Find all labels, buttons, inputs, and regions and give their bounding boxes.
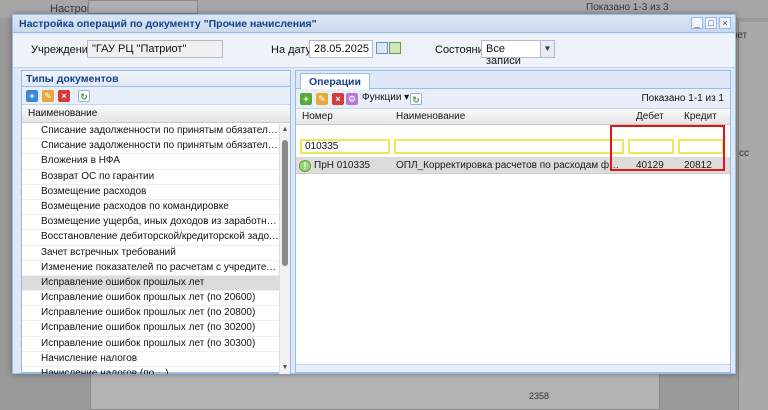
calendar-icon[interactable] — [376, 42, 388, 54]
document-types-panel: Типы документов + ✎ × ↻ Наименование Спи… — [21, 70, 291, 374]
document-types-scrollbar[interactable]: ▲ ▼ — [279, 124, 290, 374]
state-select-value: Все записи — [486, 43, 521, 67]
filter-debit-input[interactable] — [628, 139, 674, 154]
operations-toolbar: + ✎ × ⚙ Функции ▾ ↻ Показано 1-1 из 1 — [296, 89, 730, 109]
date-field[interactable]: 28.05.2025 — [309, 40, 373, 58]
maximize-button[interactable]: □ — [705, 17, 717, 29]
info-icon: ! — [299, 160, 311, 172]
filter-number-input[interactable]: 010335 — [300, 139, 390, 154]
refresh-icon[interactable]: ↻ — [78, 90, 90, 102]
background-functions — [88, 0, 198, 14]
list-item[interactable]: Исправление ошибок прошлых лет (по 30300… — [22, 337, 281, 352]
background-bottom-panel: 2358 — [90, 372, 660, 410]
list-item[interactable]: Списание задолженности по принятым обяза… — [22, 124, 281, 140]
list-item[interactable]: Начисление налогов (по ...) — [22, 367, 281, 374]
chevron-down-icon[interactable]: ▼ — [540, 41, 554, 57]
background-bottom-value: 2358 — [529, 391, 550, 401]
filter-credit-input[interactable] — [678, 139, 724, 154]
functions-label: Функции — [362, 92, 402, 103]
delete-icon[interactable]: × — [332, 93, 344, 105]
column-name[interactable]: Наименование — [396, 111, 465, 122]
background-right-text-2: сс — [739, 148, 749, 159]
operations-panel: Операции + ✎ × ⚙ Функции ▾ ↻ Показано 1-… — [295, 70, 731, 373]
scroll-up-icon[interactable]: ▲ — [281, 126, 289, 134]
row-credit: 20812 — [684, 160, 712, 171]
list-item[interactable]: Исправление ошибок прошлых лет (по 20600… — [22, 291, 281, 307]
scroll-down-icon[interactable]: ▼ — [281, 364, 289, 372]
edit-icon[interactable]: ✎ — [316, 93, 328, 105]
document-types-column-header[interactable]: Наименование — [22, 105, 290, 123]
operations-tabstrip: Операции — [296, 71, 730, 89]
list-item[interactable]: Зачет встречных требований — [22, 246, 281, 261]
list-item[interactable]: Исправление ошибок прошлых лет — [22, 275, 281, 292]
list-item[interactable]: Изменение показателей по расчетам с учре… — [22, 261, 281, 276]
operations-statusbar — [296, 364, 730, 372]
row-debit: 40129 — [636, 160, 664, 171]
table-row[interactable]: ! ПрН 010335 ОПЛ_Корректировка расчетов … — [296, 157, 730, 174]
date-label: На дату: — [271, 44, 315, 56]
minimize-button[interactable]: _ — [691, 17, 703, 29]
list-item[interactable]: Возмещение расходов по командировке — [22, 200, 281, 216]
dialog-title: Настройка операций по документу "Прочие … — [19, 18, 317, 30]
refresh-icon[interactable]: ↻ — [410, 93, 422, 105]
functions-menu-button[interactable]: Функции ▾ — [362, 92, 409, 103]
operations-filter-row: 010335 — [296, 137, 730, 157]
document-types-title: Типы документов — [22, 71, 290, 87]
state-select[interactable]: Все записи ▼ — [481, 40, 555, 67]
list-item[interactable]: Возмещение расходов — [22, 185, 281, 200]
refresh-date-icon[interactable] — [389, 42, 401, 54]
filter-name-input[interactable] — [394, 139, 624, 154]
row-number: ПрН 010335 — [314, 160, 371, 171]
list-item[interactable]: Исправление ошибок прошлых лет (по 20800… — [22, 306, 281, 322]
document-types-list: Списание задолженности по принятым обяза… — [22, 124, 281, 374]
close-button[interactable]: × — [719, 17, 731, 29]
dialog-titlebar[interactable]: Настройка операций по документу "Прочие … — [13, 15, 735, 33]
operations-column-header: Номер Наименование Дебет Кредит — [296, 109, 730, 125]
list-item[interactable]: Вложения в НФА — [22, 154, 281, 170]
list-item[interactable]: Возмещение ущерба, иных доходов из зараб… — [22, 215, 281, 231]
column-debit[interactable]: Дебет — [636, 111, 664, 122]
filter-bar: Учреждение: "ГАУ РЦ "Патриот" На дату: 2… — [13, 34, 735, 68]
operations-shown-count: Показано 1-1 из 1 — [641, 93, 724, 104]
add-icon[interactable]: + — [300, 93, 312, 105]
institution-field[interactable]: "ГАУ РЦ "Патриот" — [87, 40, 223, 58]
scrollbar-thumb[interactable] — [282, 140, 288, 266]
operations-settings-dialog: Настройка операций по документу "Прочие … — [12, 14, 736, 374]
column-credit[interactable]: Кредит — [684, 111, 717, 122]
background-shown-count: Показано 1-3 из 3 — [586, 2, 669, 13]
document-types-toolbar: + ✎ × ↻ — [22, 87, 290, 105]
background-right-panel: Счет сс — [725, 22, 768, 410]
list-item[interactable]: Начисление налогов — [22, 352, 281, 367]
column-number[interactable]: Номер — [302, 111, 333, 122]
list-item[interactable]: Восстановление дебиторской/кредиторской … — [22, 230, 281, 246]
list-item[interactable]: Возврат ОС по гарантии — [22, 170, 281, 185]
edit-icon[interactable]: ✎ — [42, 90, 54, 102]
tab-operations[interactable]: Операции — [300, 73, 370, 89]
delete-icon[interactable]: × — [58, 90, 70, 102]
add-icon[interactable]: + — [26, 90, 38, 102]
list-item[interactable]: Списание задолженности по принятым обяза… — [22, 139, 281, 155]
functions-icon[interactable]: ⚙ — [346, 93, 358, 105]
list-item[interactable]: Исправление ошибок прошлых лет (по 30200… — [22, 321, 281, 337]
row-name: ОПЛ_Корректировка расчетов по расходам ф… — [396, 160, 624, 171]
